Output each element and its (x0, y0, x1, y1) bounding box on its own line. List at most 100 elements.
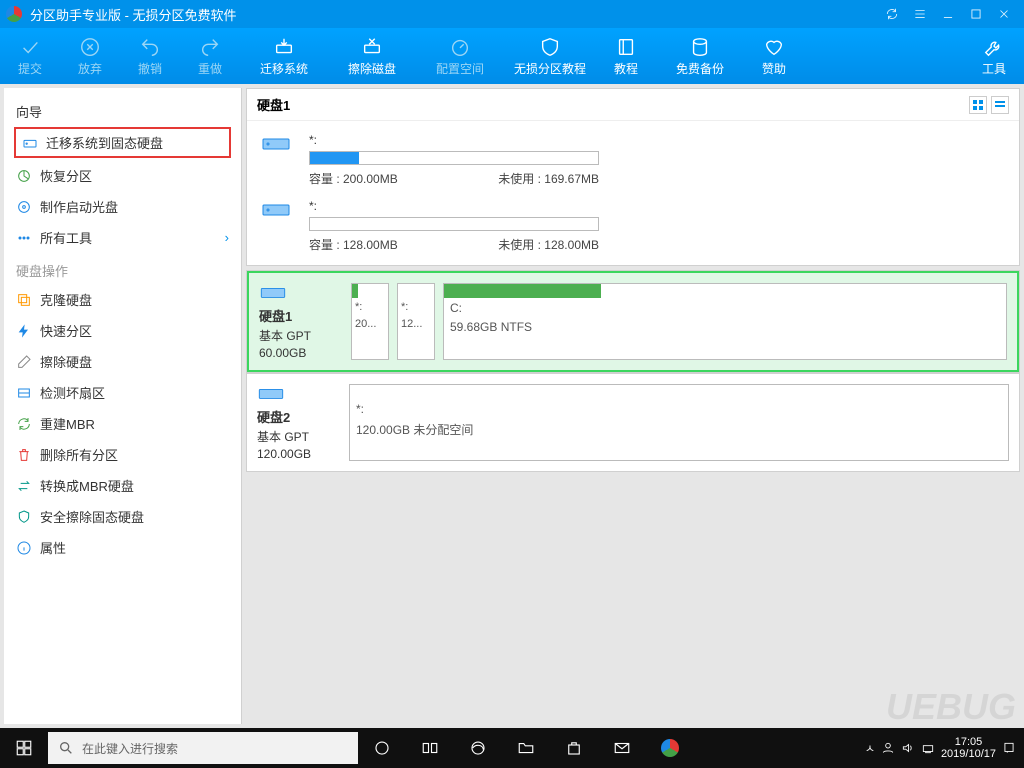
side-item-label: 检测坏扇区 (40, 383, 105, 402)
partition-meta: 容量 : 128.00MB未使用 : 128.00MB (309, 236, 599, 253)
ops-item-5[interactable]: 删除所有分区 (4, 439, 241, 470)
ops-item-2[interactable]: 擦除硬盘 (4, 346, 241, 377)
toolbar-lossless[interactable]: 无损分区教程 (504, 28, 596, 84)
file-explorer-icon[interactable] (502, 728, 550, 768)
disk-info: 硬盘2基本 GPT120.00GB (257, 384, 341, 461)
toolbar-undo: 撤销 (120, 28, 180, 84)
side-item-label: 重建MBR (40, 414, 95, 433)
shield-icon (16, 509, 32, 525)
disk-icon (261, 133, 291, 153)
disk-icon (257, 384, 285, 405)
side-item-label: 删除所有分区 (40, 445, 118, 464)
toolbar-wipe[interactable]: 擦除磁盘 (328, 28, 416, 84)
app-logo-icon (6, 6, 22, 22)
toolbar-label: 撤销 (138, 60, 162, 77)
ops-item-1[interactable]: 快速分区 (4, 315, 241, 346)
toolbar-migrate[interactable]: 迁移系统 (240, 28, 328, 84)
toolbar-label: 擦除磁盘 (348, 60, 396, 77)
usage-bar (309, 151, 599, 165)
ops-item-0[interactable]: 克隆硬盘 (4, 284, 241, 315)
cortana-icon[interactable] (358, 728, 406, 768)
toolbar-commit: 提交 (0, 28, 60, 84)
refresh-icon[interactable] (878, 3, 906, 25)
info-icon (16, 540, 32, 556)
task-view-icon[interactable] (406, 728, 454, 768)
tray-chevron-icon[interactable]: ㅅ (865, 740, 875, 756)
wizard-item-1[interactable]: 恢复分区 (4, 160, 241, 191)
toolbar-label: 工具 (982, 60, 1006, 77)
disk-icon (261, 199, 291, 219)
app-taskbar-icon[interactable] (646, 728, 694, 768)
side-item-label: 制作启动光盘 (40, 197, 118, 216)
store-icon[interactable] (550, 728, 598, 768)
main-toolbar: 提交放弃撤销重做迁移系统擦除磁盘配置空间无损分区教程教程免费备份赞助工具 (0, 28, 1024, 84)
start-button[interactable] (0, 728, 48, 768)
bolt-icon (16, 323, 32, 339)
menu-icon[interactable] (906, 3, 934, 25)
ops-header: 硬盘操作 (4, 257, 241, 284)
copy-icon (16, 292, 32, 308)
maximize-icon[interactable] (962, 3, 990, 25)
mini-partition-0[interactable]: *:20... (351, 283, 389, 360)
toolbar-donate[interactable]: 赞助 (744, 28, 804, 84)
tray-date: 2019/10/17 (941, 748, 996, 760)
people-icon[interactable] (881, 741, 895, 755)
network-icon[interactable] (921, 741, 935, 755)
search-box[interactable]: 在此键入进行搜索 (48, 732, 358, 764)
toolbar-discard: 放弃 (60, 28, 120, 84)
list-view-icon[interactable] (991, 96, 1009, 114)
main-panel: 硬盘1*:容量 : 200.00MB未使用 : 169.67MB*:容量 : 1… (242, 84, 1024, 728)
disk-row-1[interactable]: 硬盘2基本 GPT120.00GB*:120.00GB 未分配空间 (247, 374, 1019, 471)
close-icon[interactable] (990, 3, 1018, 25)
grid-view-icon[interactable] (969, 96, 987, 114)
notifications-icon[interactable] (1002, 741, 1016, 755)
usage-bar (309, 217, 599, 231)
toolbar-label: 迁移系统 (260, 60, 308, 77)
side-item-label: 克隆硬盘 (40, 290, 92, 309)
swap-icon (16, 478, 32, 494)
ops-item-8[interactable]: 属性 (4, 532, 241, 563)
minimize-icon[interactable] (934, 3, 962, 25)
dots-icon (16, 230, 32, 246)
side-item-label: 快速分区 (40, 321, 92, 340)
volume-icon[interactable] (901, 741, 915, 755)
disk-info: 硬盘1基本 GPT60.00GB (259, 283, 343, 360)
wizard-item-2[interactable]: 制作启动光盘 (4, 191, 241, 222)
sidebar: 向导 迁移系统到固态硬盘恢复分区制作启动光盘所有工具› 硬盘操作 克隆硬盘快速分… (4, 88, 242, 724)
side-item-label: 所有工具 (40, 228, 92, 247)
ops-item-7[interactable]: 安全擦除固态硬盘 (4, 501, 241, 532)
window-title: 分区助手专业版 - 无损分区免费软件 (30, 5, 237, 24)
tray-time: 17:05 (941, 736, 996, 748)
ops-item-3[interactable]: 检测坏扇区 (4, 377, 241, 408)
partition-block-0[interactable]: *: 容量 : 200.00MB未使用 : 169.67MB (261, 133, 1005, 187)
toolbar-redo: 重做 (180, 28, 240, 84)
system-tray[interactable]: ㅅ 17:05 2019/10/17 (857, 736, 1024, 760)
mini-partition-1[interactable]: *:12... (397, 283, 435, 360)
side-item-label: 迁移系统到固态硬盘 (46, 133, 163, 152)
main-partition[interactable]: C:59.68GB NTFS (443, 283, 1007, 360)
wizard-item-0[interactable]: 迁移系统到固态硬盘 (14, 127, 231, 158)
ops-item-6[interactable]: 转换成MBR硬盘 (4, 470, 241, 501)
toolbar-tutorial[interactable]: 教程 (596, 28, 656, 84)
disc-icon (16, 199, 32, 215)
pie-icon (16, 168, 32, 184)
wizard-item-3[interactable]: 所有工具 › (4, 222, 241, 253)
partition-name: *: (309, 199, 1005, 213)
ops-item-4[interactable]: 重建MBR (4, 408, 241, 439)
partition-block-1[interactable]: *: 容量 : 128.00MB未使用 : 128.00MB (261, 199, 1005, 253)
toolbar-label: 教程 (614, 60, 638, 77)
mail-icon[interactable] (598, 728, 646, 768)
toolbar-backup[interactable]: 免费备份 (656, 28, 744, 84)
taskbar: 在此键入进行搜索 ㅅ 17:05 2019/10/17 (0, 728, 1024, 768)
disk-detail-card: 硬盘1*:容量 : 200.00MB未使用 : 169.67MB*:容量 : 1… (246, 88, 1020, 266)
chevron-right-icon: › (225, 230, 229, 245)
disk-row-0[interactable]: 硬盘1基本 GPT60.00GB*:20...*:12...C:59.68GB … (247, 271, 1019, 372)
partition-name: *: (309, 133, 1005, 147)
toolbar-tools[interactable]: 工具 (964, 28, 1024, 84)
main-partition[interactable]: *:120.00GB 未分配空间 (349, 384, 1009, 461)
edge-icon[interactable] (454, 728, 502, 768)
partition-meta: 容量 : 200.00MB未使用 : 169.67MB (309, 170, 599, 187)
work-area: 向导 迁移系统到固态硬盘恢复分区制作启动光盘所有工具› 硬盘操作 克隆硬盘快速分… (0, 84, 1024, 728)
disk-icon (259, 283, 287, 304)
search-placeholder: 在此键入进行搜索 (82, 740, 178, 757)
